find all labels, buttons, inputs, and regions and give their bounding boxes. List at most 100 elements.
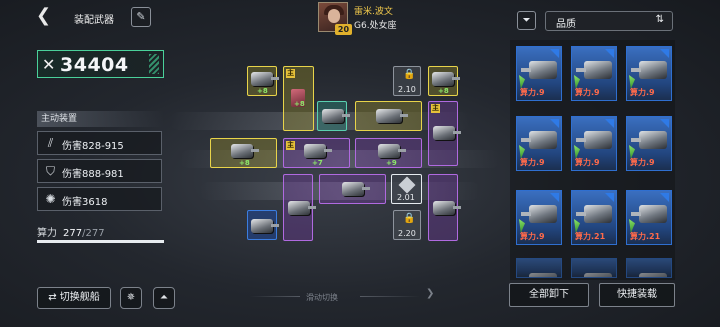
active-devices-heading: 主动装置: [37, 111, 164, 127]
device-stat-label: 伤害888-981: [62, 169, 124, 180]
grid-slot[interactable]: [428, 174, 461, 241]
unlock-cost: 2.01: [397, 193, 415, 202]
inventory-item[interactable]: 算力.9: [571, 116, 617, 171]
weapon-icon: [584, 273, 612, 277]
sort-dropdown[interactable]: 品质 ⇅: [545, 11, 673, 31]
weapon-icon: [639, 273, 667, 277]
swipe-divider-right: [360, 296, 420, 297]
item-value: 算力.21: [575, 232, 606, 241]
device-stat-label: 伤害3618: [62, 197, 108, 208]
inventory-item[interactable]: [571, 258, 617, 278]
fleet-emblem-icon: ⏶: [160, 292, 168, 303]
grid-slot[interactable]: [355, 101, 422, 131]
locked-slot[interactable]: 🔒 2.10: [393, 66, 421, 96]
weapon-module: [376, 109, 408, 123]
grid-slot[interactable]: 主 +7: [283, 138, 350, 168]
inventory-item[interactable]: [516, 258, 562, 278]
weapon-module: [251, 219, 279, 233]
slot-emblem-icon: [398, 176, 416, 194]
grid-slot[interactable]: 主: [428, 101, 461, 166]
capacity-bar: [37, 240, 164, 243]
unequip-all-button[interactable]: 全部卸下: [509, 283, 589, 307]
inventory-item[interactable]: 算力.9: [626, 116, 672, 171]
item-value: 算力.9: [575, 158, 600, 167]
grid-slot[interactable]: [247, 210, 279, 240]
weapon-module: [231, 144, 259, 158]
slash-icon: ⫽: [47, 136, 54, 150]
inventory-item[interactable]: 算力.21: [571, 190, 617, 245]
device-stat-2[interactable]: ⛉ 伤害888-981: [37, 159, 162, 183]
weapon-icon: [576, 205, 612, 223]
grid-slot[interactable]: +9: [355, 138, 422, 168]
grid-slot[interactable]: 主 +8: [283, 66, 314, 131]
unlock-cost: 2.10: [398, 85, 416, 94]
inventory-item[interactable]: 算力.9: [516, 116, 562, 171]
bonus-label: +8: [239, 159, 250, 167]
grid-slot[interactable]: +8: [210, 138, 277, 168]
weapon-icon: [521, 205, 557, 223]
shield-slash-icon: ⛉: [45, 164, 55, 178]
player-level-badge: 20: [335, 24, 352, 35]
grid-slot[interactable]: [317, 101, 350, 131]
grid-slot[interactable]: [319, 174, 386, 204]
device-stat-3[interactable]: ✺ 伤害3618: [37, 187, 162, 211]
locked-slot[interactable]: 🔒 2.20: [393, 210, 421, 240]
capacity-current: 277: [63, 228, 83, 239]
item-value: 算力.9: [520, 232, 545, 241]
pencil-icon: ✎: [136, 10, 146, 23]
device-stat-label: 伤害828-915: [62, 141, 124, 152]
capacity-label: 算力: [37, 228, 57, 239]
weapon-icon: [529, 273, 557, 277]
inventory-item[interactable]: 算力.9: [516, 190, 562, 245]
capacity-readout: 算力 277/277: [37, 224, 105, 239]
combat-power-value: 34404: [60, 54, 129, 76]
sort-toggle-icon: ⇅: [655, 14, 664, 25]
weapon-module: [433, 201, 461, 215]
swipe-hint: 滑动切换: [306, 293, 338, 302]
inventory-item[interactable]: 算力.9: [516, 46, 562, 101]
weapon-module: [433, 126, 461, 140]
inventory-item[interactable]: 算力.9: [626, 46, 672, 101]
main-tag: 主: [431, 104, 440, 113]
main-tag: 主: [286, 141, 295, 150]
weapon-icon: [521, 61, 557, 79]
item-value: 算力.9: [520, 158, 545, 167]
bonus-label: +7: [312, 159, 323, 167]
lock-icon: 🔒: [403, 213, 416, 224]
swipe-divider-left: [250, 296, 300, 297]
switch-ship-button[interactable]: ⇄ 切换舰船: [37, 287, 111, 309]
item-value: 算力.21: [630, 232, 661, 241]
inventory-item[interactable]: 算力.9: [571, 46, 617, 101]
switch-ship-label: 切换舰船: [59, 292, 100, 303]
quick-equip-button[interactable]: 快捷装载: [599, 283, 675, 307]
filter-icon: ⏷: [522, 15, 531, 26]
weapon-module: [432, 72, 460, 86]
lock-icon: 🔒: [403, 69, 416, 80]
filter-button[interactable]: ⏷: [517, 11, 536, 30]
page-title: 装配武器: [74, 15, 114, 26]
grid-slot[interactable]: +8: [428, 66, 460, 96]
item-value: 算力.9: [630, 88, 655, 97]
weapon-icon: [631, 61, 667, 79]
player-description: G6.处女座: [354, 21, 397, 31]
weapon-icon: [521, 131, 557, 149]
gear-burst-icon: ✺: [45, 192, 56, 206]
player-name: 雷米.波文: [354, 7, 393, 17]
fleet-emblem-button[interactable]: ⏶: [153, 287, 175, 309]
inventory-item[interactable]: 算力.21: [626, 190, 672, 245]
device-stat-1[interactable]: ⫽ 伤害828-915: [37, 131, 162, 155]
rename-button[interactable]: ✎: [131, 7, 151, 27]
back-button[interactable]: ❮: [36, 7, 54, 26]
chevron-right-icon: ❯: [426, 288, 435, 299]
main-tag: 主: [286, 69, 295, 78]
item-value: 算力.9: [575, 88, 600, 97]
crossed-swords-icon: ✕: [42, 55, 56, 74]
weapon-icon: [631, 131, 667, 149]
grid-slot[interactable]: +8: [247, 66, 279, 96]
wing-emblem-button[interactable]: ✵: [120, 287, 142, 309]
bonus-label: +9: [386, 159, 397, 167]
grid-slot[interactable]: [283, 174, 316, 241]
avatar[interactable]: 20: [318, 2, 352, 35]
inventory-item[interactable]: [626, 258, 672, 278]
selected-slot[interactable]: 2.01: [391, 174, 422, 204]
